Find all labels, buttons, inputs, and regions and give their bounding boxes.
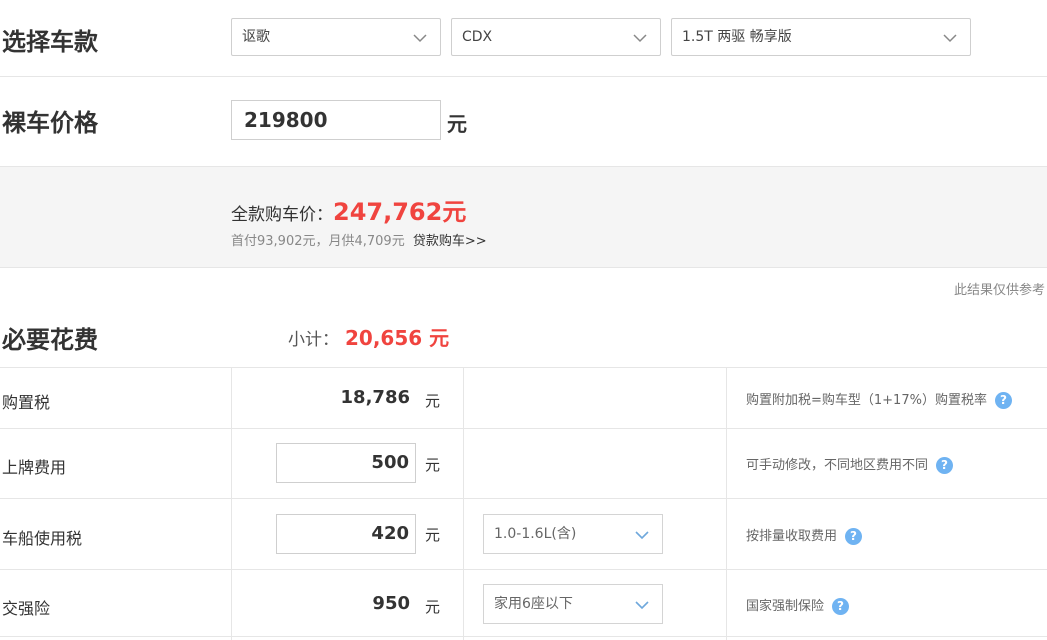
chevron-down-icon xyxy=(635,531,649,540)
total-price-label: 全款购车价： xyxy=(231,205,333,225)
compulsory-insurance-label: 交强险 xyxy=(2,599,51,618)
vehicle-tax-unit: 元 xyxy=(425,526,441,544)
purchase-tax-unit: 元 xyxy=(425,392,441,410)
subtotal-label: 小计： xyxy=(288,330,339,350)
help-icon[interactable]: ? xyxy=(832,598,850,615)
trim-select-value: 1.5T 两驱 畅享版 xyxy=(682,29,792,45)
displacement-select-value: 1.0-1.6L(含) xyxy=(494,526,577,542)
brand-select[interactable]: 讴歌 xyxy=(231,18,441,56)
row-divider xyxy=(0,428,1047,429)
table-top-border xyxy=(0,367,1047,368)
purchase-tax-note-text: 购置附加税=购车型（1+17%）购置税率 xyxy=(746,393,987,408)
plate-fee-input[interactable]: 500 xyxy=(276,443,416,483)
row-divider xyxy=(0,498,1047,499)
plate-fee-note: 可手动修改，不同地区费用不同? xyxy=(746,454,954,474)
compulsory-insurance-note: 国家强制保险? xyxy=(746,595,850,615)
brand-select-value: 讴歌 xyxy=(242,29,270,45)
loan-info: 首付93,902元，月供4,709元 贷款购车>> xyxy=(231,230,487,249)
summary-panel xyxy=(0,166,1047,268)
loan-text: 首付93,902元，月供4,709元 xyxy=(231,234,405,249)
disclaimer: 此结果仅供参考 xyxy=(953,283,1045,298)
chevron-down-icon xyxy=(413,34,427,43)
column-divider xyxy=(463,367,464,640)
loan-link[interactable]: 贷款购车>> xyxy=(413,234,487,249)
help-icon[interactable]: ? xyxy=(994,392,1012,409)
divider xyxy=(0,76,1047,77)
compulsory-insurance-note-text: 国家强制保险 xyxy=(746,599,825,614)
plate-fee-unit: 元 xyxy=(425,456,441,474)
displacement-select[interactable]: 1.0-1.6L(含) xyxy=(483,514,663,554)
purchase-tax-label: 购置税 xyxy=(2,393,51,412)
vehicle-tax-note: 按排量收取费用? xyxy=(746,525,863,545)
column-divider xyxy=(231,367,232,640)
bare-price-title: 裸车价格 xyxy=(2,109,98,137)
trim-select[interactable]: 1.5T 两驱 畅享版 xyxy=(671,18,971,56)
total-price-row: 全款购车价：247,762元 xyxy=(231,192,466,227)
bare-price-input[interactable]: 219800 xyxy=(231,100,441,140)
chevron-down-icon xyxy=(633,34,647,43)
chevron-down-icon xyxy=(635,601,649,610)
purchase-tax-note: 购置附加税=购车型（1+17%）购置税率? xyxy=(746,389,1012,409)
total-price-value: 247,762元 xyxy=(333,198,467,226)
select-model-title: 选择车款 xyxy=(2,28,98,56)
help-icon[interactable]: ? xyxy=(936,457,954,474)
required-costs-title: 必要花费 xyxy=(2,326,98,354)
row-divider xyxy=(0,636,1047,637)
compulsory-insurance-unit: 元 xyxy=(425,598,441,616)
compulsory-insurance-amount: 950 xyxy=(372,593,410,614)
chevron-down-icon xyxy=(943,34,957,43)
seat-type-select[interactable]: 家用6座以下 xyxy=(483,584,663,624)
purchase-tax-amount: 18,786 xyxy=(340,387,410,408)
column-divider xyxy=(726,367,727,640)
vehicle-tax-note-text: 按排量收取费用 xyxy=(746,529,838,544)
vehicle-tax-input[interactable]: 420 xyxy=(276,514,416,554)
model-select[interactable]: CDX xyxy=(451,18,661,56)
subtotal-value: 20,656 元 xyxy=(345,326,450,350)
subtotal-row: 小计： 20,656 元 xyxy=(288,322,449,351)
price-unit: 元 xyxy=(447,112,467,136)
seat-type-select-value: 家用6座以下 xyxy=(494,596,573,612)
row-divider xyxy=(0,569,1047,570)
plate-fee-label: 上牌费用 xyxy=(2,458,67,477)
help-icon[interactable]: ? xyxy=(845,528,863,545)
plate-fee-note-text: 可手动修改，不同地区费用不同 xyxy=(746,458,929,473)
vehicle-tax-label: 车船使用税 xyxy=(2,529,83,548)
model-select-value: CDX xyxy=(462,29,493,45)
